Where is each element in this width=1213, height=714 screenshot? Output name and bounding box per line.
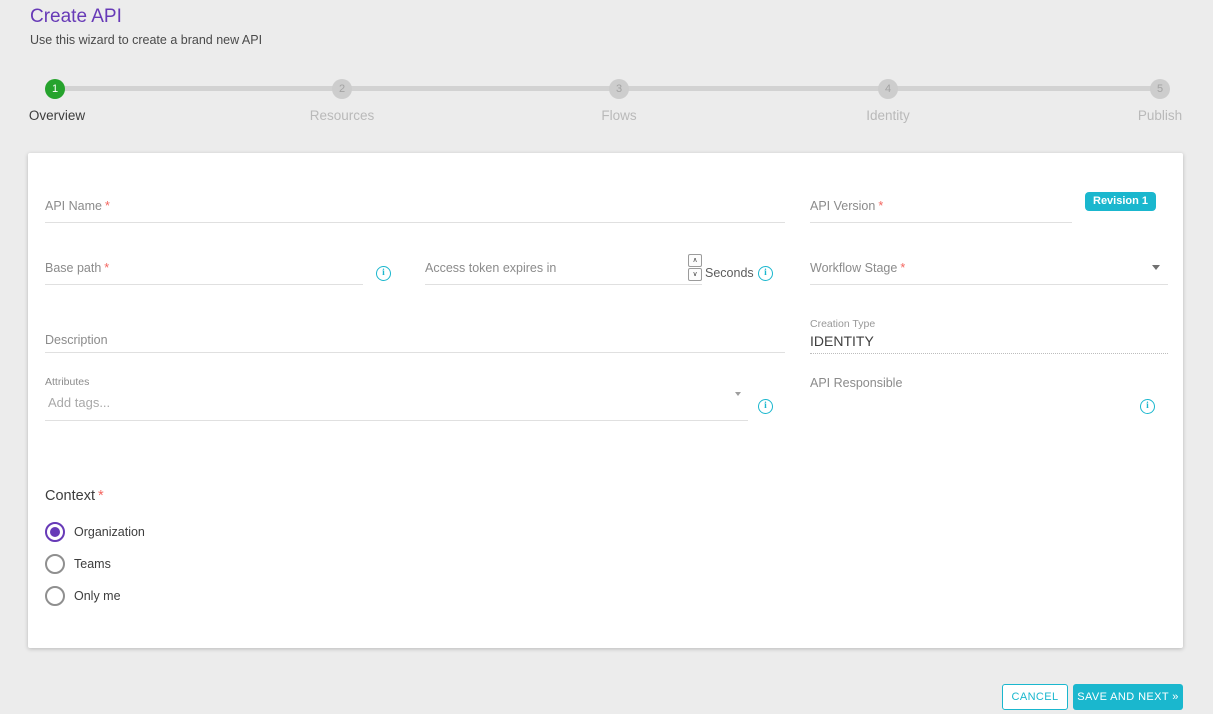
step-circle-overview[interactable]: 1 bbox=[45, 79, 65, 99]
cancel-button[interactable]: CANCEL bbox=[1002, 684, 1068, 710]
page-subtitle: Use this wizard to create a brand new AP… bbox=[30, 33, 262, 47]
field-underline bbox=[45, 284, 363, 285]
creation-type-value: IDENTITY bbox=[810, 333, 874, 349]
api-responsible-info-icon[interactable]: i bbox=[1140, 399, 1155, 414]
field-underline bbox=[810, 222, 1072, 223]
radio-option-teams[interactable]: Teams bbox=[45, 553, 111, 575]
step-label-identity[interactable]: Identity bbox=[818, 108, 958, 123]
radio-option-only-me[interactable]: Only me bbox=[45, 585, 121, 607]
create-api-wizard: Create API Use this wizard to create a b… bbox=[0, 0, 1213, 714]
field-underline bbox=[425, 284, 702, 285]
field-underline bbox=[810, 284, 1168, 285]
field-underline bbox=[45, 222, 785, 223]
attributes-label: Attributes bbox=[45, 376, 89, 388]
base-path-info-icon[interactable]: i bbox=[376, 266, 391, 281]
step-circle-identity[interactable]: 4 bbox=[878, 79, 898, 99]
api-responsible-label: API Responsible bbox=[810, 376, 902, 390]
required-asterisk: * bbox=[98, 488, 104, 504]
spinner-down-button[interactable]: ∨ bbox=[688, 268, 702, 281]
creation-type-label: Creation Type bbox=[810, 318, 875, 330]
step-label-publish[interactable]: Publish bbox=[1090, 108, 1213, 123]
chevron-down-icon bbox=[1152, 265, 1160, 270]
spinner-up-button[interactable]: ∧ bbox=[688, 254, 702, 267]
access-token-unit: Seconds bbox=[705, 266, 754, 280]
step-label-overview[interactable]: Overview bbox=[0, 108, 127, 123]
access-token-label: Access token expires in bbox=[425, 261, 556, 275]
context-label: Context* bbox=[45, 488, 104, 504]
required-asterisk: * bbox=[900, 261, 905, 275]
step-circle-resources[interactable]: 2 bbox=[332, 79, 352, 99]
attributes-tags-input[interactable] bbox=[48, 395, 448, 410]
radio-option-label: Only me bbox=[74, 589, 121, 603]
chevron-down-icon bbox=[735, 392, 741, 396]
radio-icon bbox=[45, 554, 65, 574]
field-underline bbox=[810, 353, 1168, 354]
base-path-label: Base path* bbox=[45, 261, 109, 275]
step-label-resources[interactable]: Resources bbox=[272, 108, 412, 123]
description-label: Description bbox=[45, 333, 108, 347]
field-underline bbox=[45, 352, 785, 353]
stepper-track bbox=[55, 86, 1160, 91]
radio-dot bbox=[50, 527, 60, 537]
step-circle-flows[interactable]: 3 bbox=[609, 79, 629, 99]
revision-badge: Revision 1 bbox=[1085, 192, 1156, 211]
page-title: Create API bbox=[30, 6, 122, 28]
save-and-next-button[interactable]: SAVE AND NEXT » bbox=[1073, 684, 1183, 710]
form-card: API Name* API Version* Revision 1 Base p… bbox=[28, 153, 1183, 648]
field-underline bbox=[45, 420, 748, 421]
radio-icon bbox=[45, 586, 65, 606]
radio-option-label: Organization bbox=[74, 525, 145, 539]
step-label-flows[interactable]: Flows bbox=[549, 108, 689, 123]
required-asterisk: * bbox=[105, 199, 110, 213]
step-circle-publish[interactable]: 5 bbox=[1150, 79, 1170, 99]
access-token-info-icon[interactable]: i bbox=[758, 266, 773, 281]
attributes-info-icon[interactable]: i bbox=[758, 399, 773, 414]
radio-option-label: Teams bbox=[74, 557, 111, 571]
api-version-label: API Version* bbox=[810, 199, 883, 213]
radio-icon bbox=[45, 522, 65, 542]
required-asterisk: * bbox=[878, 199, 883, 213]
required-asterisk: * bbox=[104, 261, 109, 275]
workflow-stage-label: Workflow Stage* bbox=[810, 261, 905, 275]
api-name-label: API Name* bbox=[45, 199, 110, 213]
radio-option-organization[interactable]: Organization bbox=[45, 521, 145, 543]
